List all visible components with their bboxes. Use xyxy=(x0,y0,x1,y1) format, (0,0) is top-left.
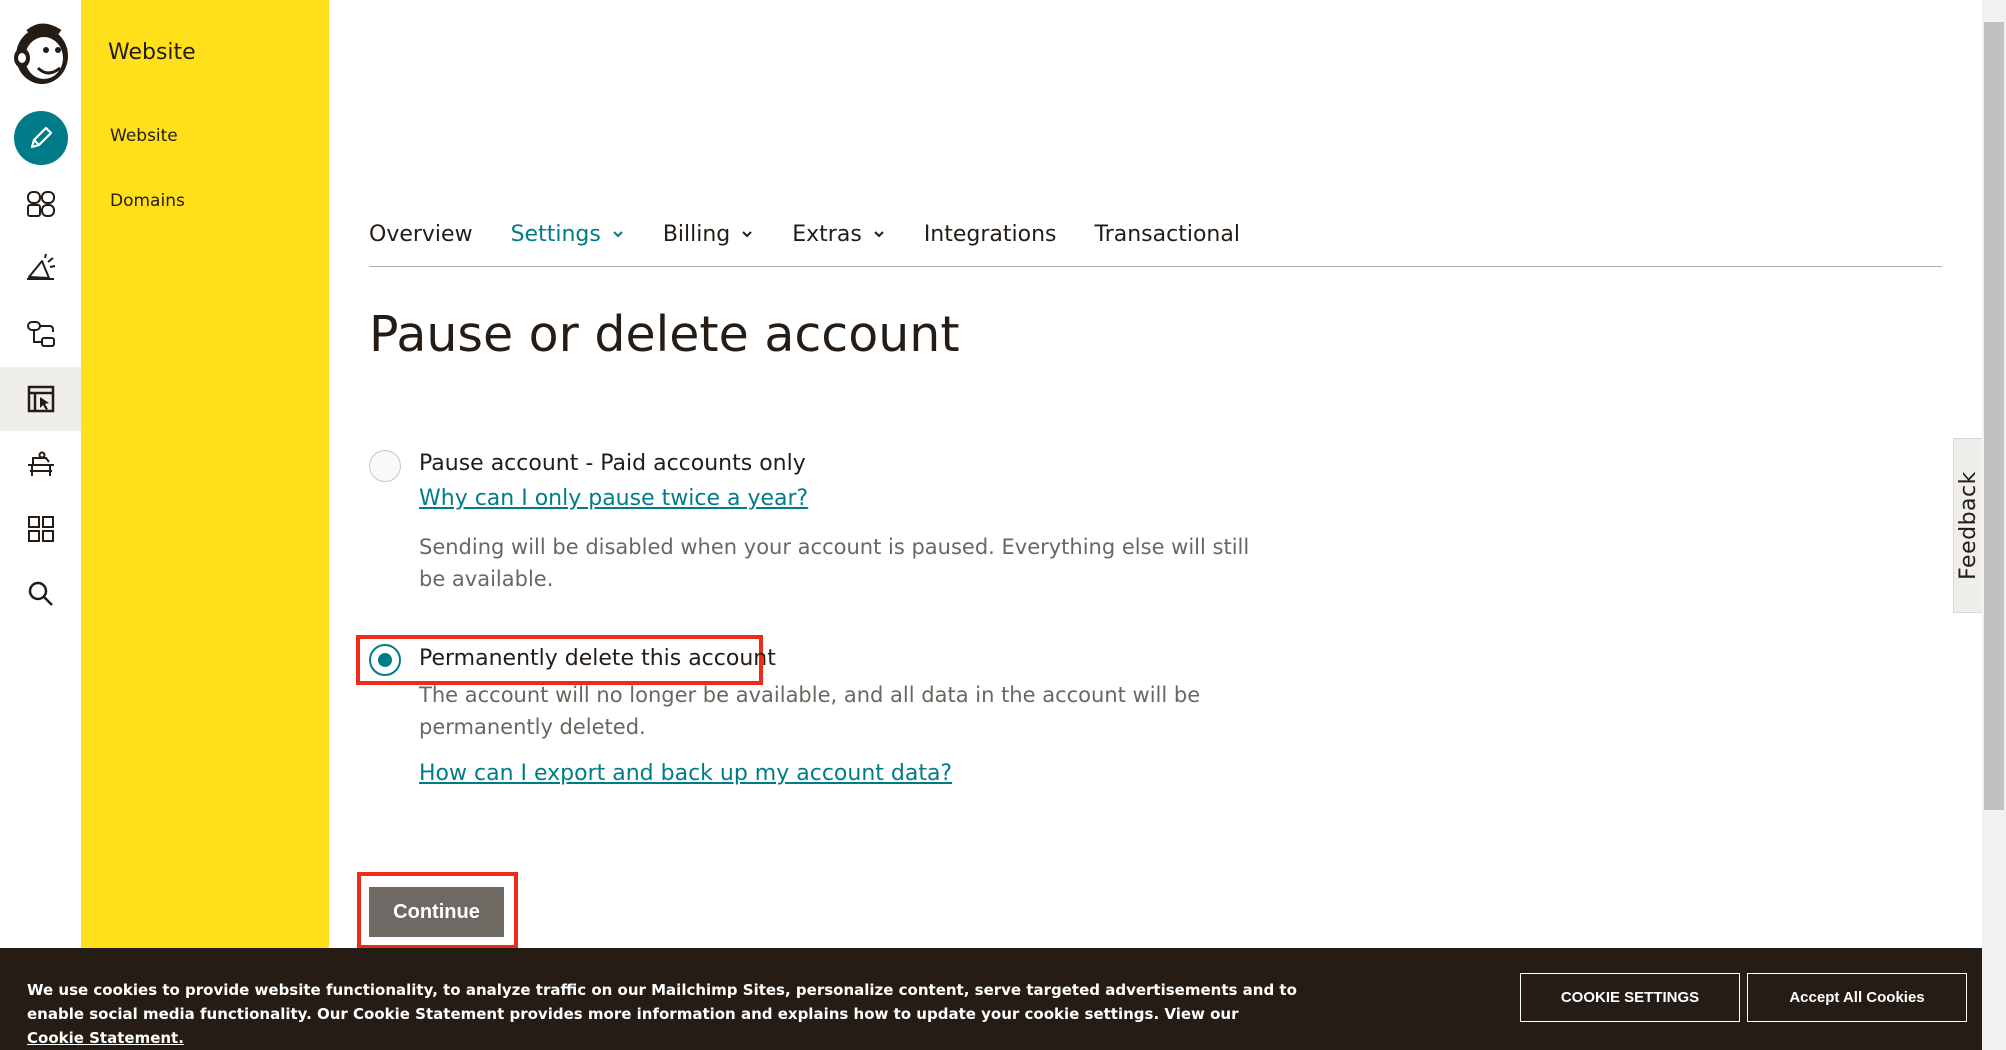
feedback-tab[interactable]: Feedback xyxy=(1953,438,1982,613)
cookie-banner-text: We use cookies to provide website functi… xyxy=(27,978,1297,1050)
pencil-icon[interactable] xyxy=(14,111,68,165)
apps-grid-icon[interactable] xyxy=(14,502,68,556)
icon-rail xyxy=(0,0,81,1050)
feedback-label: Feedback xyxy=(1955,471,1981,580)
pause-account-radio[interactable] xyxy=(369,450,401,482)
tab-label: Integrations xyxy=(923,221,1057,247)
sidebar-item-domains[interactable]: Domains xyxy=(110,191,185,211)
mailchimp-logo-icon[interactable] xyxy=(8,18,72,86)
pause-twice-link[interactable]: Why can I only pause twice a year? xyxy=(419,486,808,511)
tab-label: Overview xyxy=(369,221,473,247)
sidebar-section-title: Website xyxy=(108,40,196,65)
cookie-banner: We use cookies to provide website functi… xyxy=(0,948,1982,1050)
export-data-link[interactable]: How can I export and back up my account … xyxy=(419,761,952,786)
tab-billing[interactable]: Billing xyxy=(663,218,754,250)
settings-tab-bar: Overview Settings Billing Extras Integra… xyxy=(369,218,1942,267)
page-title: Pause or delete account xyxy=(369,306,960,363)
accept-all-cookies-button[interactable]: Accept All Cookies xyxy=(1747,973,1967,1022)
delete-account-description: The account will no longer be available,… xyxy=(419,683,1201,739)
tab-label: Transactional xyxy=(1094,221,1240,247)
secondary-sidebar: Website Website Domains xyxy=(81,0,329,1050)
scrollbar-thumb[interactable] xyxy=(1984,22,2004,810)
cookie-statement-link[interactable]: Cookie Statement. xyxy=(27,1029,184,1047)
chevron-down-icon xyxy=(742,231,752,238)
delete-account-label[interactable]: Permanently delete this account xyxy=(419,646,776,671)
integrations-icon[interactable] xyxy=(14,438,68,492)
tab-integrations[interactable]: Integrations xyxy=(924,218,1057,250)
automation-icon[interactable] xyxy=(14,307,68,361)
campaign-icon[interactable] xyxy=(14,242,68,296)
search-icon[interactable] xyxy=(14,567,68,621)
chevron-down-icon xyxy=(613,231,623,238)
pause-account-label[interactable]: Pause account - Paid accounts only xyxy=(419,451,806,476)
sidebar-item-website[interactable]: Website xyxy=(110,126,178,146)
tab-overview[interactable]: Overview xyxy=(369,218,473,250)
website-icon[interactable] xyxy=(0,367,81,431)
tab-extras[interactable]: Extras xyxy=(792,218,886,250)
tab-label: Settings xyxy=(510,221,601,247)
cookie-settings-button[interactable]: COOKIE SETTINGS xyxy=(1520,973,1740,1022)
cookie-text: We use cookies to provide website functi… xyxy=(27,981,1297,1023)
tab-transactional[interactable]: Transactional xyxy=(1095,218,1240,250)
continue-button[interactable]: Continue xyxy=(369,887,504,937)
chevron-down-icon xyxy=(874,231,884,238)
tab-label: Billing xyxy=(662,221,731,247)
tab-settings[interactable]: Settings xyxy=(511,218,625,250)
pause-account-description: Sending will be disabled when your accou… xyxy=(419,535,1250,591)
tab-label: Extras xyxy=(792,221,862,247)
delete-account-radio[interactable] xyxy=(369,644,401,676)
audience-icon[interactable] xyxy=(14,177,68,231)
